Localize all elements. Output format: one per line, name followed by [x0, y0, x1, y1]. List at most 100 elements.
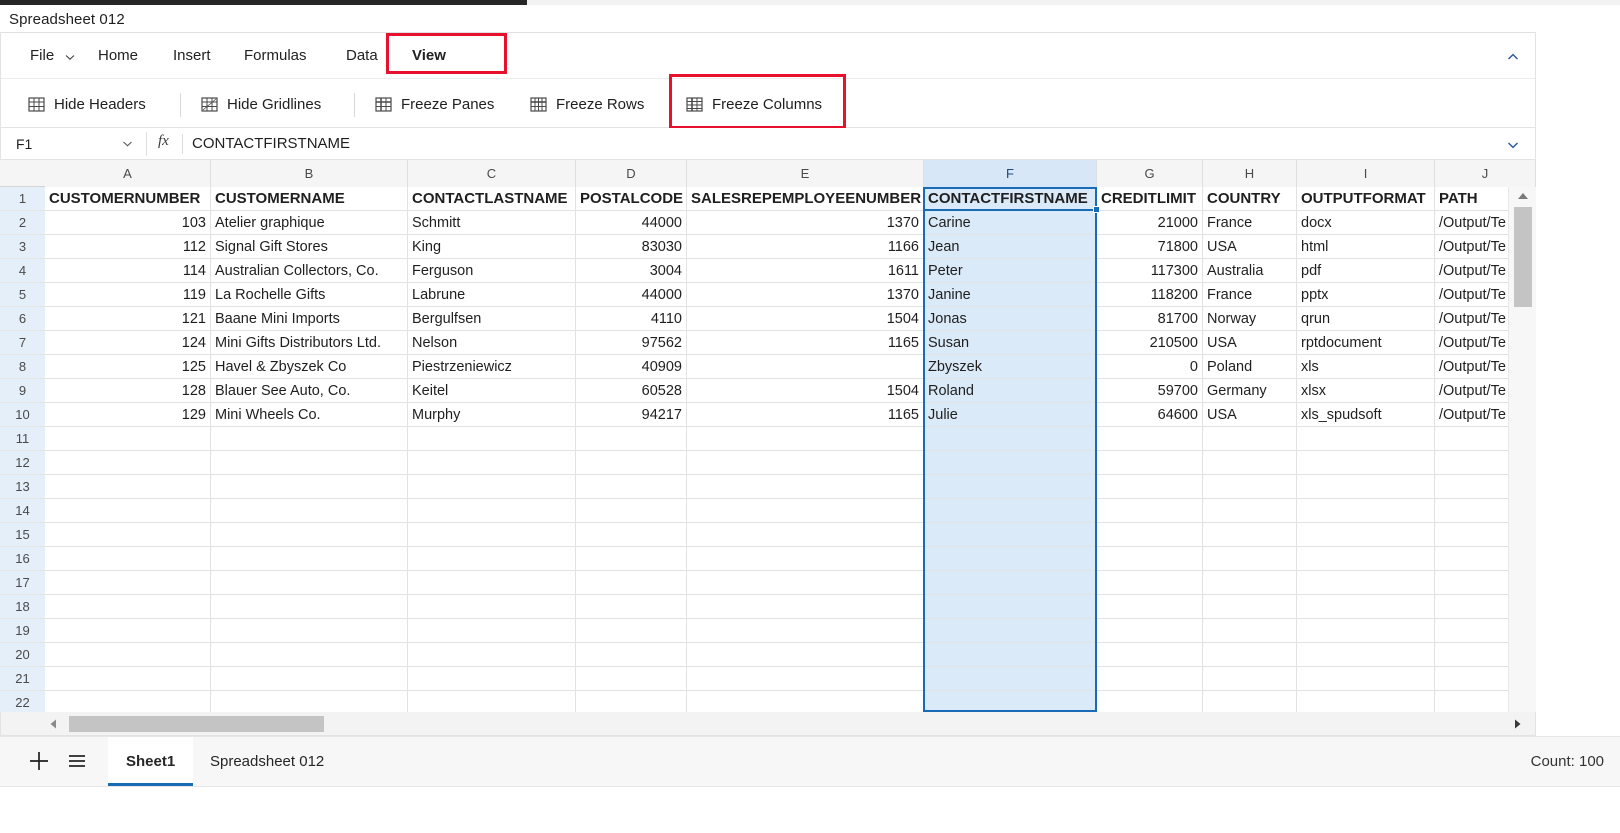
row-header-21[interactable]: 21 — [0, 667, 45, 691]
cell-I20[interactable] — [1297, 643, 1435, 667]
cell-I3[interactable]: html — [1297, 235, 1435, 259]
cell-G11[interactable] — [1097, 427, 1203, 451]
column-header-B[interactable]: B — [211, 160, 408, 187]
cell-C1[interactable]: CONTACTLASTNAME — [408, 187, 576, 211]
row-header-8[interactable]: 8 — [0, 355, 45, 379]
cell-E11[interactable] — [687, 427, 924, 451]
cell-B20[interactable] — [211, 643, 408, 667]
cell-H12[interactable] — [1203, 451, 1297, 475]
row-header-10[interactable]: 10 — [0, 403, 45, 427]
cell-G21[interactable] — [1097, 667, 1203, 691]
plus-icon[interactable] — [26, 748, 52, 774]
cell-C19[interactable] — [408, 619, 576, 643]
cell-D19[interactable] — [576, 619, 687, 643]
cell-G2[interactable]: 21000 — [1097, 211, 1203, 235]
cell-D17[interactable] — [576, 571, 687, 595]
row-header-7[interactable]: 7 — [0, 331, 45, 355]
cell-B7[interactable]: Mini Gifts Distributors Ltd. — [211, 331, 408, 355]
cell-F21[interactable] — [924, 667, 1097, 691]
cell-H13[interactable] — [1203, 475, 1297, 499]
formula-input[interactable]: CONTACTFIRSTNAME — [192, 133, 1472, 155]
sheet-tab-spreadsheet-012[interactable]: Spreadsheet 012 — [192, 737, 342, 786]
cell-D16[interactable] — [576, 547, 687, 571]
cell-I6[interactable]: qrun — [1297, 307, 1435, 331]
cell-B10[interactable]: Mini Wheels Co. — [211, 403, 408, 427]
cell-D10[interactable]: 94217 — [576, 403, 687, 427]
cell-A9[interactable]: 128 — [45, 379, 211, 403]
cell-A6[interactable]: 121 — [45, 307, 211, 331]
cell-D8[interactable]: 40909 — [576, 355, 687, 379]
cell-F19[interactable] — [924, 619, 1097, 643]
cell-C11[interactable] — [408, 427, 576, 451]
cell-A7[interactable]: 124 — [45, 331, 211, 355]
cell-E13[interactable] — [687, 475, 924, 499]
menu-item-home[interactable]: Home — [98, 43, 138, 69]
cell-I13[interactable] — [1297, 475, 1435, 499]
cell-A19[interactable] — [45, 619, 211, 643]
cell-H19[interactable] — [1203, 619, 1297, 643]
freeze-columns-button[interactable]: Freeze Columns — [680, 86, 828, 122]
menu-item-file[interactable]: File — [30, 43, 54, 69]
cell-H3[interactable]: USA — [1203, 235, 1297, 259]
cell-F8[interactable]: Zbyszek — [924, 355, 1097, 379]
cell-G18[interactable] — [1097, 595, 1203, 619]
column-header-A[interactable]: A — [45, 160, 211, 187]
cell-B13[interactable] — [211, 475, 408, 499]
freeze-rows-button[interactable]: Freeze Rows — [524, 86, 650, 122]
chevron-down-icon[interactable] — [1505, 137, 1521, 153]
row-header-3[interactable]: 3 — [0, 235, 45, 259]
cell-A8[interactable]: 125 — [45, 355, 211, 379]
row-header-11[interactable]: 11 — [0, 427, 45, 451]
cell-F18[interactable] — [924, 595, 1097, 619]
menu-item-insert[interactable]: Insert — [173, 43, 211, 69]
row-header-20[interactable]: 20 — [0, 643, 45, 667]
cell-area[interactable]: CUSTOMERNUMBER CUSTOMERNAME CONTACTLASTNAM… — [45, 187, 1536, 712]
cell-H16[interactable] — [1203, 547, 1297, 571]
cell-F13[interactable] — [924, 475, 1097, 499]
hamburger-icon[interactable] — [64, 748, 90, 774]
cell-A20[interactable] — [45, 643, 211, 667]
triangle-up-icon[interactable] — [1509, 187, 1536, 205]
row-header-15[interactable]: 15 — [0, 523, 45, 547]
cell-B4[interactable]: Australian Collectors, Co. — [211, 259, 408, 283]
horizontal-scrollbar[interactable] — [0, 712, 1536, 736]
cell-F1[interactable]: CONTACTFIRSTNAME — [924, 187, 1097, 211]
cell-A13[interactable] — [45, 475, 211, 499]
cell-C15[interactable] — [408, 523, 576, 547]
row-header-2[interactable]: 2 — [0, 211, 45, 235]
cell-C8[interactable]: Piestrzeniewicz — [408, 355, 576, 379]
cell-I9[interactable]: xlsx — [1297, 379, 1435, 403]
cell-H11[interactable] — [1203, 427, 1297, 451]
cell-H4[interactable]: Australia — [1203, 259, 1297, 283]
cell-C18[interactable] — [408, 595, 576, 619]
cell-D11[interactable] — [576, 427, 687, 451]
cell-B21[interactable] — [211, 667, 408, 691]
cell-H6[interactable]: Norway — [1203, 307, 1297, 331]
cell-C20[interactable] — [408, 643, 576, 667]
cell-G5[interactable]: 118200 — [1097, 283, 1203, 307]
cell-I17[interactable] — [1297, 571, 1435, 595]
cell-E1[interactable]: SALESREPEMPLOYEENUMBER — [687, 187, 924, 211]
cell-D7[interactable]: 97562 — [576, 331, 687, 355]
cell-I10[interactable]: xls_spudsoft — [1297, 403, 1435, 427]
cell-A17[interactable] — [45, 571, 211, 595]
cell-D1[interactable]: POSTALCODE — [576, 187, 687, 211]
triangle-left-icon[interactable] — [46, 716, 62, 732]
cell-A22[interactable] — [45, 691, 211, 712]
column-header-I[interactable]: I — [1297, 160, 1435, 187]
cell-E12[interactable] — [687, 451, 924, 475]
cell-G12[interactable] — [1097, 451, 1203, 475]
cell-A16[interactable] — [45, 547, 211, 571]
cell-B5[interactable]: La Rochelle Gifts — [211, 283, 408, 307]
cell-E9[interactable]: 1504 — [687, 379, 924, 403]
cell-G1[interactable]: CREDITLIMIT — [1097, 187, 1203, 211]
column-header-H[interactable]: H — [1203, 160, 1297, 187]
cell-A18[interactable] — [45, 595, 211, 619]
cell-E2[interactable]: 1370 — [687, 211, 924, 235]
column-header-D[interactable]: D — [576, 160, 687, 187]
cell-C6[interactable]: Bergulfsen — [408, 307, 576, 331]
cell-E10[interactable]: 1165 — [687, 403, 924, 427]
cell-H21[interactable] — [1203, 667, 1297, 691]
cell-E4[interactable]: 1611 — [687, 259, 924, 283]
row-header-12[interactable]: 12 — [0, 451, 45, 475]
